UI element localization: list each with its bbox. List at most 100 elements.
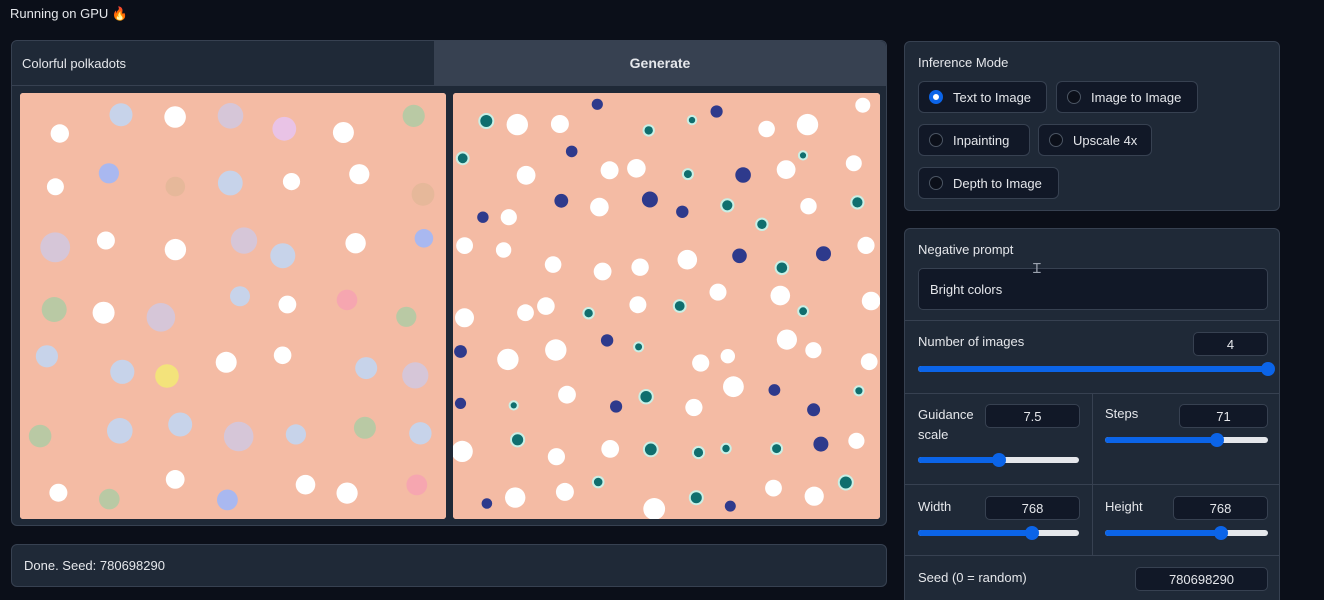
polkadot bbox=[558, 385, 576, 404]
polkadot bbox=[155, 364, 179, 388]
polkadot bbox=[49, 483, 68, 502]
polkadot bbox=[710, 105, 723, 118]
slider-fill bbox=[1105, 530, 1221, 536]
polkadot bbox=[217, 170, 243, 196]
polkadot bbox=[723, 376, 744, 398]
height-field[interactable] bbox=[1173, 496, 1268, 520]
polkadot bbox=[555, 482, 574, 501]
polkadot bbox=[456, 237, 473, 255]
polkadot bbox=[593, 262, 612, 281]
polkadot-image-dark-dots bbox=[453, 93, 880, 519]
polkadot bbox=[92, 301, 115, 324]
polkadot bbox=[110, 359, 135, 384]
polkadot bbox=[230, 227, 258, 254]
image-background bbox=[20, 93, 446, 519]
mode-option-inpainting[interactable]: Inpainting bbox=[918, 124, 1030, 156]
polkadot bbox=[633, 341, 645, 353]
mode-option-label: Text to Image bbox=[953, 89, 1032, 105]
polkadot bbox=[495, 242, 512, 258]
polkadot bbox=[396, 306, 417, 327]
polkadot bbox=[642, 441, 659, 458]
guidance-label-line2: scale bbox=[918, 427, 949, 442]
height-slider[interactable] bbox=[1105, 526, 1268, 540]
polkadot bbox=[627, 159, 646, 178]
polkadot bbox=[720, 349, 735, 364]
polkadot bbox=[164, 106, 186, 128]
polkadot bbox=[98, 163, 119, 184]
mode-option-upscale[interactable]: Upscale 4x bbox=[1038, 124, 1152, 156]
generated-image-2[interactable] bbox=[453, 93, 880, 519]
negative-prompt-input[interactable] bbox=[918, 268, 1268, 310]
polkadot bbox=[353, 416, 376, 439]
num-images-field[interactable] bbox=[1193, 332, 1268, 356]
polkadot bbox=[813, 436, 829, 452]
polkadot bbox=[402, 362, 429, 389]
seed-field[interactable] bbox=[1135, 567, 1268, 591]
status-text: Done. Seed: 780698290 bbox=[24, 558, 165, 573]
slider-thumb[interactable] bbox=[1210, 433, 1225, 447]
slider-thumb[interactable] bbox=[1213, 526, 1228, 540]
polkadot bbox=[455, 308, 474, 328]
width-field[interactable] bbox=[985, 496, 1080, 520]
polkadot bbox=[510, 432, 526, 448]
steps-slider[interactable] bbox=[1105, 433, 1268, 447]
mode-option-label: Image to Image bbox=[1091, 89, 1182, 105]
generated-image-1[interactable] bbox=[20, 93, 446, 519]
polkadot bbox=[672, 299, 687, 313]
guidance-field[interactable] bbox=[985, 404, 1080, 428]
prompt-input[interactable] bbox=[12, 41, 434, 85]
polkadot bbox=[735, 167, 751, 183]
mode-option-text-to-image[interactable]: Text to Image bbox=[918, 81, 1047, 113]
polkadot bbox=[643, 498, 666, 519]
polkadot bbox=[273, 346, 292, 365]
polkadot bbox=[282, 173, 301, 191]
polkadot bbox=[629, 296, 647, 314]
width-slider[interactable] bbox=[918, 526, 1079, 540]
polkadot bbox=[631, 258, 649, 276]
slider-thumb[interactable] bbox=[991, 453, 1006, 467]
polkadot bbox=[40, 232, 71, 263]
guidance-label-line1: Guidance bbox=[918, 407, 974, 422]
negative-prompt-label: Negative prompt bbox=[918, 242, 1014, 257]
num-images-slider[interactable] bbox=[918, 362, 1275, 376]
polkadot bbox=[768, 384, 781, 396]
polkadot bbox=[164, 238, 187, 261]
polkadot bbox=[508, 400, 519, 411]
polkadot bbox=[506, 113, 528, 136]
polkadot bbox=[500, 209, 517, 226]
polkadot bbox=[497, 348, 519, 371]
slider-fill bbox=[918, 457, 999, 463]
polkadot bbox=[857, 236, 875, 254]
radio-selected-icon bbox=[929, 90, 943, 104]
image-background bbox=[453, 93, 880, 519]
polkadot bbox=[638, 389, 654, 405]
settings-panel: Negative prompt Ɪ Number of images Guida… bbox=[904, 228, 1280, 600]
polkadot bbox=[676, 205, 689, 218]
slider-thumb[interactable] bbox=[1261, 362, 1275, 376]
polkadot bbox=[755, 217, 769, 232]
divider bbox=[905, 320, 1279, 321]
polkadot bbox=[454, 345, 467, 358]
mode-option-image-to-image[interactable]: Image to Image bbox=[1056, 81, 1198, 113]
polkadot bbox=[50, 124, 69, 143]
polkadot bbox=[295, 474, 316, 495]
polkadot bbox=[685, 398, 703, 417]
polkadot bbox=[165, 176, 186, 197]
polkadot bbox=[46, 178, 64, 196]
polkadot bbox=[853, 385, 865, 397]
polkadot bbox=[686, 114, 698, 126]
slider-fill bbox=[918, 366, 1268, 372]
polkadot bbox=[797, 150, 809, 161]
guidance-slider[interactable] bbox=[918, 453, 1079, 467]
polkadot bbox=[600, 161, 619, 180]
generate-button[interactable]: Generate bbox=[434, 41, 886, 85]
polkadot bbox=[590, 197, 609, 217]
polkadot bbox=[681, 168, 694, 181]
mode-option-depth-to-image[interactable]: Depth to Image bbox=[918, 167, 1059, 199]
polkadot bbox=[732, 248, 747, 264]
polkadot bbox=[774, 260, 790, 276]
slider-thumb[interactable] bbox=[1025, 526, 1040, 540]
polkadot bbox=[688, 490, 704, 506]
steps-field[interactable] bbox=[1179, 404, 1268, 428]
polkadot bbox=[691, 445, 706, 460]
